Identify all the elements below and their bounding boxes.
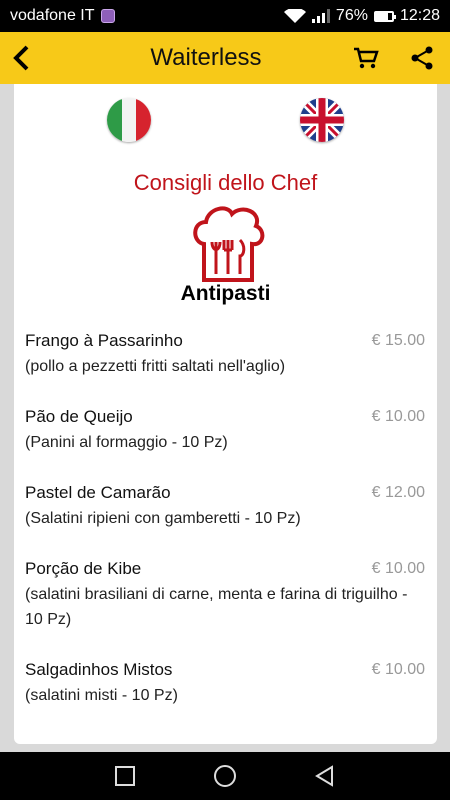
back-nav-button[interactable]: [310, 761, 340, 791]
home-icon: [214, 765, 236, 787]
menu-item[interactable]: Pão de Queijo € 10.00 (Panini al formagg…: [25, 404, 425, 455]
italian-flag-button[interactable]: [107, 98, 151, 142]
uk-flag-button[interactable]: [300, 98, 344, 142]
status-bar: vodafone IT 76% 12:28: [0, 0, 450, 32]
item-name: Porção de Kibe: [25, 559, 142, 578]
item-description: (salatini brasiliani di carne, menta e f…: [25, 586, 408, 628]
app-bar: Waiterless: [0, 32, 450, 84]
battery-percent: 76%: [335, 7, 368, 24]
signal-icon: [311, 9, 330, 23]
item-description: (Salatini ripieni con gamberetti - 10 Pz…: [25, 510, 301, 527]
menu-list: Frango à Passarinho € 15.00 (pollo a pez…: [25, 328, 425, 733]
item-description: (salatini misti - 10 Pz): [25, 687, 178, 704]
menu-item[interactable]: Frango à Passarinho € 15.00 (pollo a pez…: [25, 328, 425, 379]
category-title: Antipasti: [180, 282, 271, 305]
item-price: € 15.00: [371, 332, 425, 349]
item-name: Frango à Passarinho: [25, 331, 183, 350]
item-name: Pastel de Camarão: [25, 483, 171, 502]
photo-notification-icon: [100, 9, 115, 23]
chef-hat-icon: [193, 206, 265, 282]
home-button[interactable]: [210, 761, 240, 791]
cart-icon: [354, 47, 379, 69]
battery-icon: [373, 10, 396, 22]
back-triangle-icon: [315, 765, 333, 787]
uk-flag-icon: [300, 98, 344, 142]
item-description: (pollo a pezzetti fritti saltati nell'ag…: [25, 358, 286, 375]
menu-card: Consigli dello Chef Antipasti Frango à P…: [14, 84, 437, 744]
item-price: € 12.00: [371, 484, 425, 501]
clock: 12:28: [399, 7, 440, 24]
share-icon: [411, 46, 433, 70]
item-description: (Panini al formaggio - 10 Pz): [25, 434, 228, 451]
share-button[interactable]: [394, 32, 450, 84]
item-price: € 10.00: [371, 408, 425, 425]
section-title: Consigli dello Chef: [133, 170, 318, 195]
app-title: Waiterless: [150, 44, 262, 71]
back-arrow-icon: [13, 45, 29, 71]
menu-item[interactable]: Porção de Kibe € 10.00 (salatini brasili…: [25, 556, 425, 632]
navigation-bar: [0, 752, 450, 800]
item-price: € 10.00: [371, 560, 425, 577]
item-name: Pão de Queijo: [25, 407, 133, 426]
menu-item[interactable]: Pastel de Camarão € 12.00 (Salatini ripi…: [25, 480, 425, 531]
menu-item[interactable]: Salgadinhos Mistos € 10.00 (salatini mis…: [25, 657, 425, 708]
recents-icon: [115, 766, 135, 786]
cart-button[interactable]: [338, 32, 394, 84]
carrier-label: vodafone IT: [10, 7, 95, 24]
wifi-icon: [283, 9, 306, 23]
back-button[interactable]: [0, 32, 44, 84]
item-price: € 10.00: [371, 661, 425, 678]
item-name: Salgadinhos Mistos: [25, 660, 173, 679]
recents-button[interactable]: [110, 761, 140, 791]
